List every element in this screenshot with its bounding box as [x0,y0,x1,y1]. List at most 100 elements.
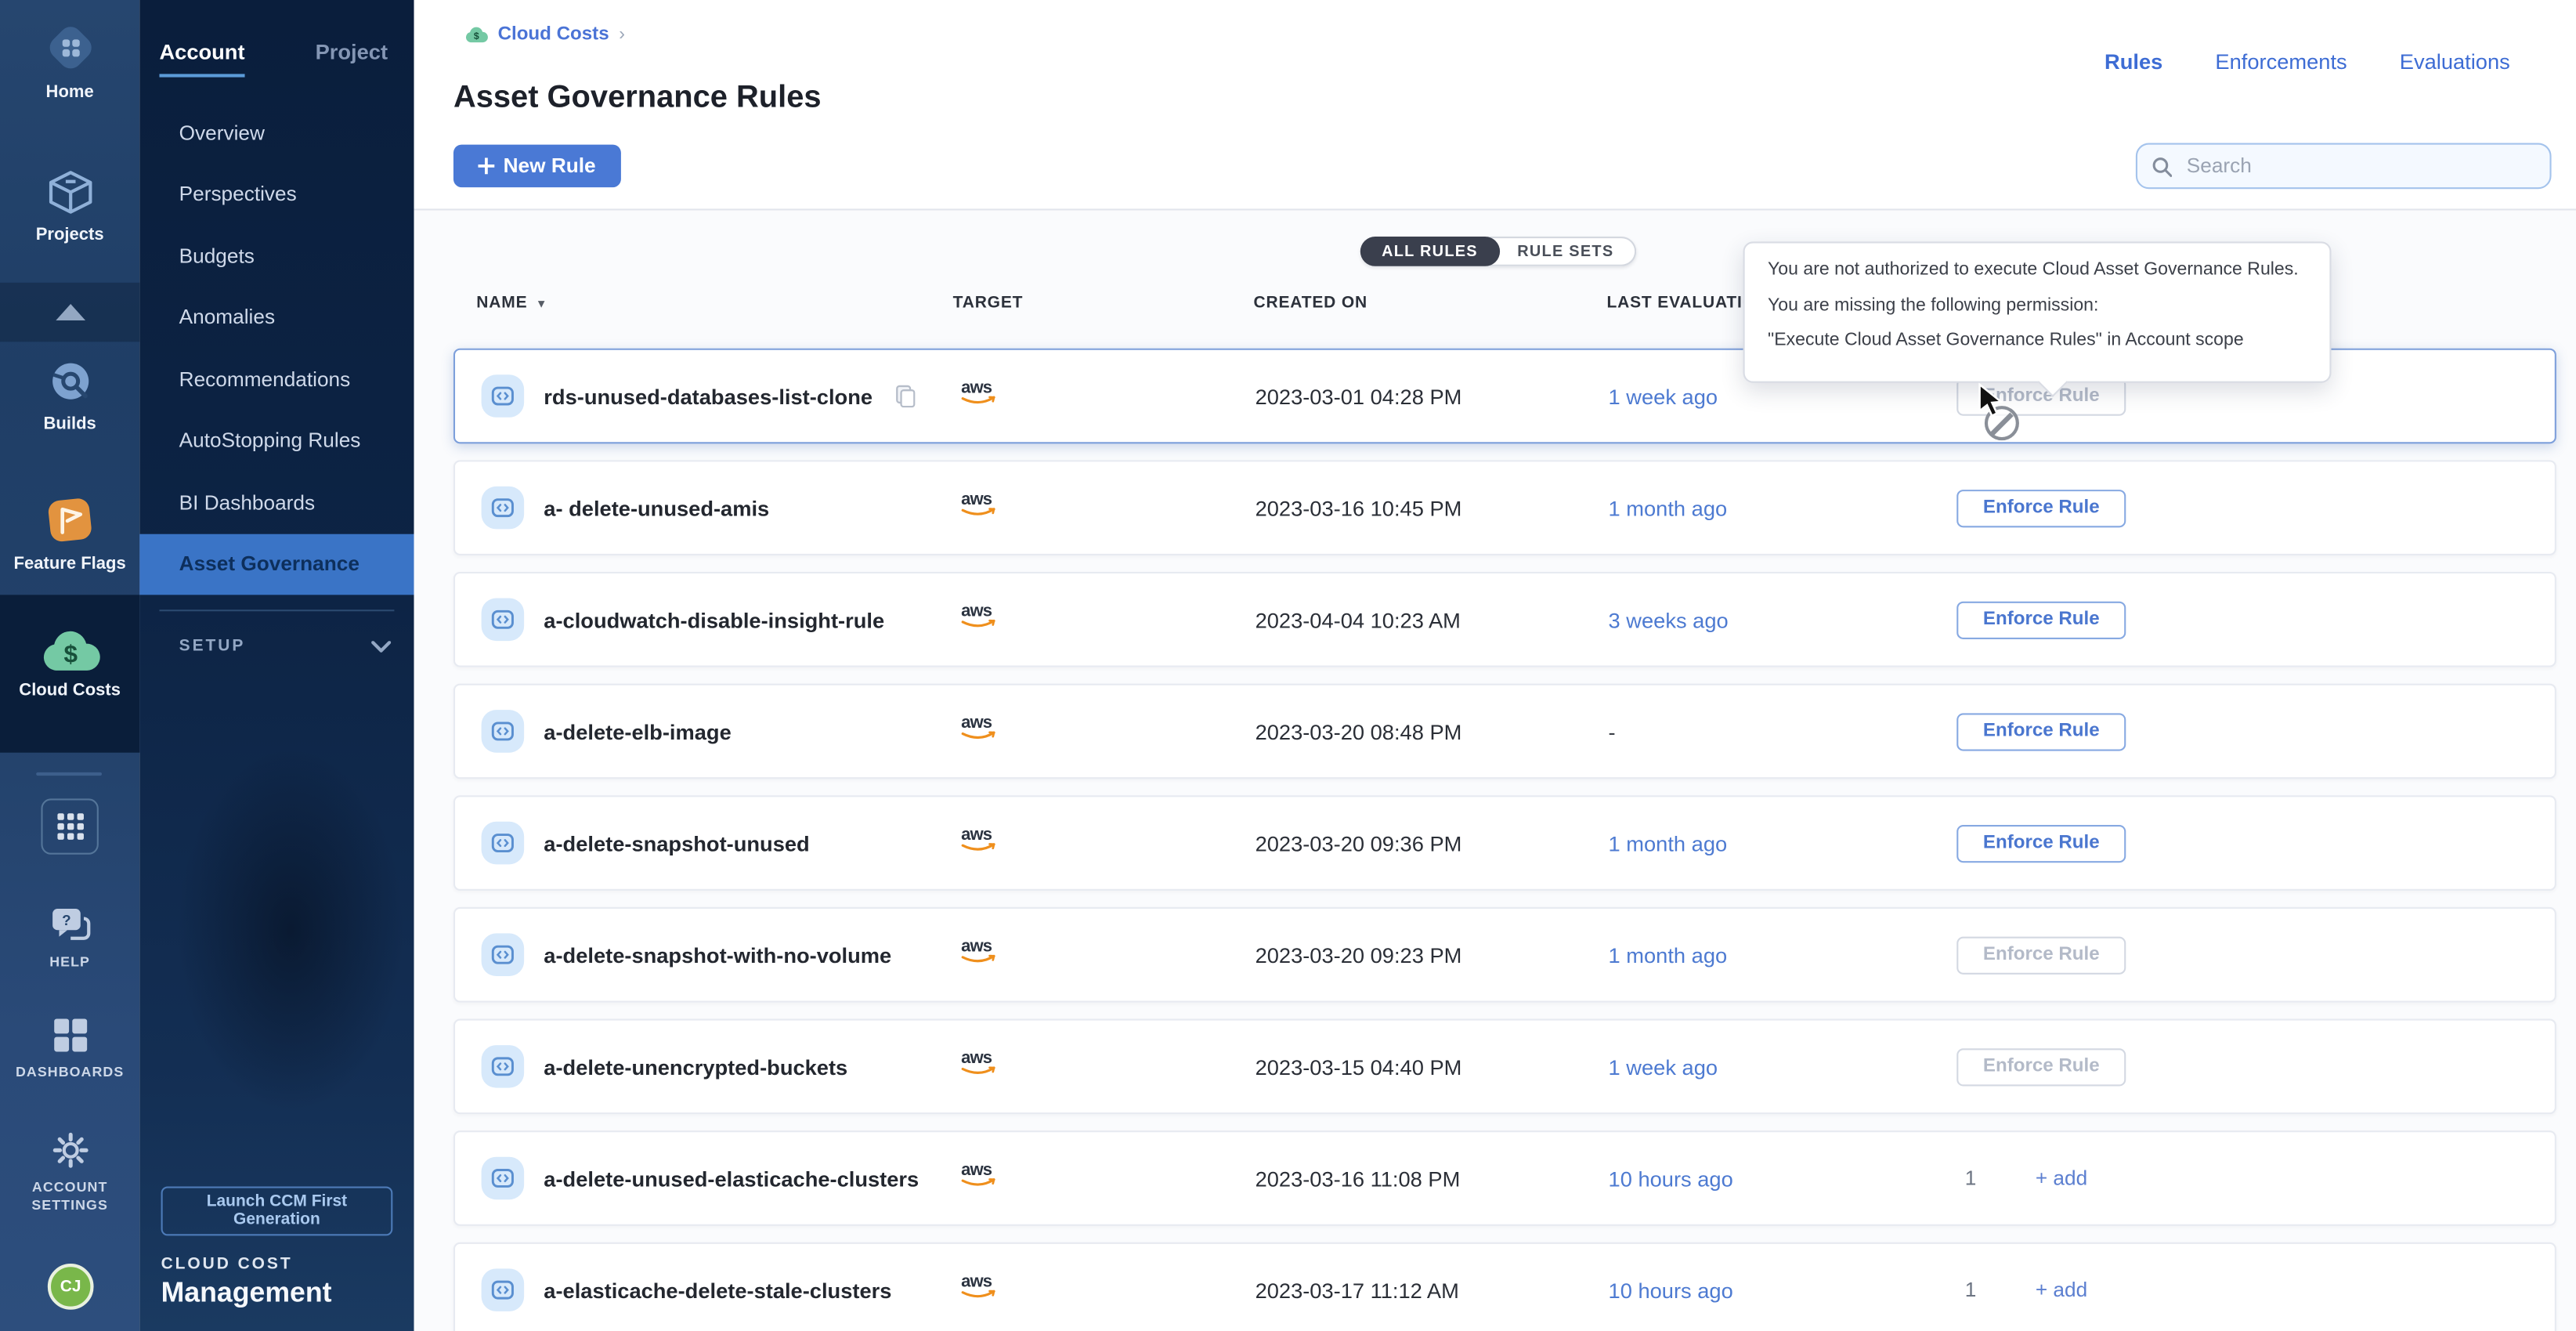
sidebar-item-recommendations[interactable]: Recommendations [139,349,414,411]
rail-scroll-up[interactable] [0,283,139,342]
enforce-rule-button[interactable]: Enforce Rule [1956,601,2126,638]
enforce-rule-button[interactable]: Enforce Rule [1956,489,2126,526]
aws-logo-icon: aws [955,1057,1004,1085]
rail-item-cloud-costs-selected[interactable]: $ Cloud Costs [0,595,139,752]
enforce-rule-button[interactable]: Enforce Rule [1956,1047,2126,1085]
rule-icon [482,486,525,530]
created-on-cell: 2023-03-20 09:36 PM [1255,830,1609,855]
rule-name[interactable]: a-delete-unused-elasticache-clusters [544,1166,919,1190]
nav-evaluations[interactable]: Evaluations [2400,49,2510,74]
main-panel: $ Cloud Costs › Asset Governance Rules R… [414,0,2576,1331]
col-name[interactable]: NAME▼ [476,294,952,312]
rule-name[interactable]: a-elasticache-delete-stale-clusters [544,1278,891,1302]
sidebar-item-perspectives[interactable]: Perspectives [139,164,414,226]
sidebar-item-autostopping-rules[interactable]: AutoStopping Rules [139,410,414,472]
breadcrumb[interactable]: $ Cloud Costs › [465,24,625,44]
svg-text:aws: aws [961,712,992,732]
sort-caret-icon: ▼ [536,299,547,311]
new-rule-button[interactable]: New Rule [453,145,621,188]
sidebar-divider [159,609,394,611]
nav-rules[interactable]: Rules [2105,49,2162,74]
user-avatar[interactable]: CJ [48,1264,94,1310]
sidebar-item-budgets[interactable]: Budgets [139,225,414,287]
app-window: Home Projects Builds [0,0,2576,1331]
nav-enforcements[interactable]: Enforcements [2215,49,2347,74]
target-cell: aws [955,488,1255,527]
breadcrumb-link[interactable]: Cloud Costs [498,24,609,44]
last-evaluation-cell[interactable]: 1 month ago [1609,830,1957,855]
last-evaluation-cell[interactable]: 1 month ago [1609,942,1957,967]
launch-ccm-first-gen-button[interactable]: Launch CCM First Generation [161,1186,393,1235]
table-row[interactable]: a-delete-snapshot-unused aws 2023-03-20 … [453,795,2556,891]
rule-name[interactable]: a-delete-snapshot-unused [544,830,809,855]
last-evaluation-cell[interactable]: 10 hours ago [1609,1166,1957,1190]
table-row[interactable]: a-delete-elb-image aws 2023-03-20 08:48 … [453,684,2556,779]
rail-item-dashboards[interactable]: DASHBOARDS [0,1015,139,1081]
table-row[interactable]: a-delete-unused-elasticache-clusters aws… [453,1130,2556,1226]
last-evaluation-cell[interactable]: 10 hours ago [1609,1278,1957,1302]
sidebar-item-bi-dashboards[interactable]: BI Dashboards [139,472,414,533]
enforce-rule-button[interactable]: Enforce Rule [1956,712,2126,750]
rule-name[interactable]: a-delete-elb-image [544,719,731,743]
search-box[interactable] [2136,143,2552,189]
action-cell: 1+ add [1956,1279,2394,1301]
rail-item-help[interactable]: ? HELP [0,906,139,971]
table-row[interactable]: a-cloudwatch-disable-insight-rule aws 20… [453,572,2556,667]
action-cell: Enforce Rule [1956,601,2394,638]
aws-logo-icon: aws [955,609,1004,638]
projects-cube-icon [44,166,96,219]
rule-icon [482,710,525,753]
aws-logo-icon: aws [955,945,1004,973]
aws-logo-icon: aws [955,1168,1004,1196]
target-cell: aws [955,376,1255,415]
add-enforcement-link[interactable]: + add [2036,1166,2087,1189]
svg-text:aws: aws [961,936,992,956]
table-row[interactable]: a-delete-unencrypted-buckets aws 2023-03… [453,1019,2556,1115]
tab-project[interactable]: Project [316,39,388,63]
rule-name[interactable]: a-delete-unencrypted-buckets [544,1054,847,1079]
rail-item-builds[interactable]: Builds [0,355,139,434]
action-cell: Enforce Rule [1956,936,2394,974]
rule-icon [482,1157,525,1200]
sidebar-item-anomalies[interactable]: Anomalies [139,287,414,349]
gear-icon [50,1130,89,1170]
last-evaluation-cell[interactable]: 1 week ago [1609,384,1957,408]
aws-logo-icon: aws [955,1280,1004,1308]
rail-item-home[interactable]: Home [0,20,139,102]
target-cell: aws [955,1270,1255,1309]
rail-item-feature-flags[interactable]: Feature Flags [0,493,139,573]
toggle-rule-sets[interactable]: RULE SETS [1486,237,1636,266]
rule-name[interactable]: a-delete-snapshot-with-no-volume [544,942,891,967]
sidebar-item-overview[interactable]: Overview [139,102,414,164]
tab-account[interactable]: Account [159,39,244,77]
add-enforcement-link[interactable]: + add [2036,1279,2087,1301]
search-input[interactable] [2184,153,2535,179]
created-on-cell: 2023-03-20 09:23 PM [1255,942,1609,967]
last-evaluation-cell[interactable]: 3 weeks ago [1609,607,1957,631]
toolbar-divider [414,208,2576,210]
rule-name[interactable]: a-cloudwatch-disable-insight-rule [544,607,884,631]
rule-name[interactable]: rds-unused-databases-list-clone [544,384,873,408]
last-evaluation-cell[interactable]: 1 month ago [1609,495,1957,519]
rail-divider [36,772,102,776]
module-grid-button[interactable] [41,798,98,854]
table-row[interactable]: a-elasticache-delete-stale-clusters aws … [453,1242,2556,1331]
enforce-rule-button[interactable]: Enforce Rule [1956,936,2126,974]
rail-label-builds: Builds [43,416,96,434]
table-row[interactable]: a-delete-snapshot-with-no-volume aws 202… [453,907,2556,1003]
rule-name[interactable]: a- delete-unused-amis [544,495,769,519]
enforce-rule-button[interactable]: Enforce Rule [1956,824,2126,862]
rail-label-dashboards: DASHBOARDS [16,1063,124,1081]
rail-item-account-settings[interactable]: ACCOUNT SETTINGS [0,1130,139,1214]
sidebar-item-asset-governance[interactable]: Asset Governance [139,533,414,595]
target-cell: aws [955,600,1255,639]
last-evaluation-cell[interactable]: 1 week ago [1609,1054,1957,1079]
rule-icon [482,374,525,418]
svg-text:$: $ [474,30,479,41]
copy-icon[interactable] [895,385,915,407]
toggle-all-rules[interactable]: ALL RULES [1360,237,1499,266]
sidebar-setup[interactable]: SETUP [179,638,392,656]
builds-icon [44,355,96,407]
rail-item-projects[interactable]: Projects [0,166,139,245]
table-row[interactable]: a- delete-unused-amis aws 2023-03-16 10:… [453,460,2556,555]
